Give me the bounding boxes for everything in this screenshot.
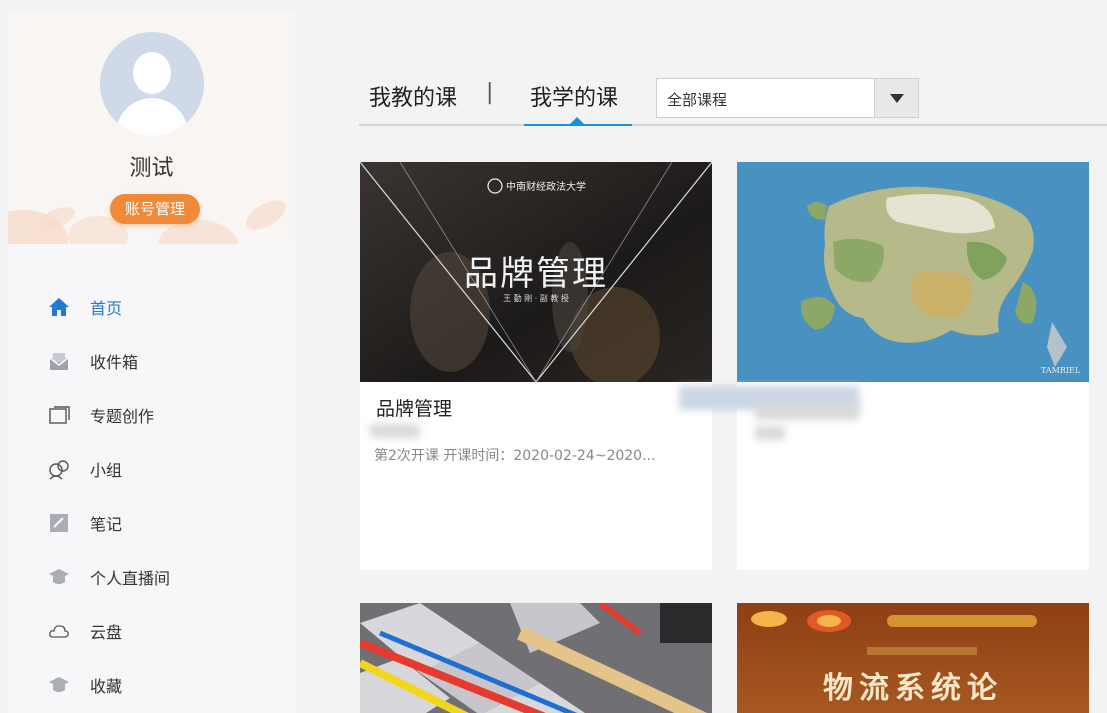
- username: 测试: [129, 156, 174, 181]
- thumb-label: TAMRIEL: [1041, 366, 1081, 375]
- sidebar-item-label: 首页: [90, 299, 123, 318]
- topic-icon: [48, 404, 70, 426]
- course-tabs: 我教的课 | 我学的课 全部课程: [359, 70, 1107, 126]
- course-thumbnail[interactable]: [360, 603, 712, 713]
- sidebar-nav: 首页 收件箱 专题创作 小组 笔记 个人直播间 云盘 收藏: [8, 280, 295, 712]
- sidebar-item-home[interactable]: 首页: [8, 280, 295, 334]
- avatar-head: [133, 52, 171, 94]
- course-filter-select[interactable]: 全部课程: [656, 78, 919, 118]
- thumb-teacher: 王 勤 刚 · 副 教 授: [503, 294, 569, 303]
- thumb-course-title: 物流系统论: [823, 671, 1003, 706]
- sidebar-item-inbox[interactable]: 收件箱: [8, 334, 295, 388]
- course-thumbnail[interactable]: TAMRIEL: [737, 162, 1089, 382]
- tab-separator: |: [486, 80, 494, 105]
- course-card[interactable]: [360, 603, 712, 713]
- home-icon: [48, 296, 70, 318]
- thumb-course-title: 品牌管理: [464, 254, 608, 294]
- active-tab-underline: [524, 124, 632, 126]
- course-thumbnail[interactable]: 中南财经政法大学 品牌管理 王 勤 刚 · 副 教 授: [360, 162, 712, 382]
- live-icon: [48, 566, 70, 588]
- course-card[interactable]: TAMRIEL: [679, 162, 1089, 570]
- sidebar-item-group[interactable]: 小组: [8, 442, 295, 496]
- school-name: 中南财经政法大学: [506, 182, 586, 193]
- profile-panel: 测试 账号管理: [8, 10, 295, 244]
- dropdown-button[interactable]: [874, 79, 918, 117]
- course-title[interactable]: 品牌管理: [376, 394, 452, 421]
- sidebar-item-cloud[interactable]: 云盘: [8, 604, 295, 658]
- group-icon: [48, 458, 70, 480]
- inbox-icon: [48, 350, 70, 372]
- sidebar-item-label: 专题创作: [90, 407, 155, 426]
- sidebar-item-topic[interactable]: 专题创作: [8, 388, 295, 442]
- course-thumbnail[interactable]: 物流系统论: [737, 603, 1089, 713]
- course-filter-value: 全部课程: [667, 91, 728, 109]
- sidebar-item-favorite[interactable]: 收藏: [8, 658, 295, 712]
- blurred-teacher: [370, 424, 420, 438]
- course-card[interactable]: 中南财经政法大学 品牌管理 王 勤 刚 · 副 教 授 品牌管理 第2次开课 开…: [360, 162, 712, 570]
- sidebar: 测试 账号管理 首页 收件箱 专题创作 小组 笔记 个人直播间 云盘 收藏: [8, 10, 295, 713]
- sidebar-item-live[interactable]: 个人直播间: [8, 550, 295, 604]
- favorite-icon: [48, 674, 70, 696]
- sidebar-item-label: 收藏: [90, 677, 123, 696]
- avatar-body: [116, 98, 188, 136]
- account-manage-button[interactable]: 账号管理: [110, 194, 200, 224]
- sidebar-item-notes[interactable]: 笔记: [8, 496, 295, 550]
- active-tab-caret: [570, 117, 584, 124]
- tab-teach[interactable]: 我教的课: [369, 80, 457, 112]
- blurred-title: [755, 402, 859, 420]
- sidebar-item-label: 云盘: [90, 623, 123, 642]
- sidebar-item-label: 收件箱: [90, 353, 139, 372]
- main-content: 我教的课 | 我学的课 全部课程 中南财经政法大学 品牌管理 王 勤 刚 · 副…: [295, 10, 1107, 713]
- blurred-teacher: [755, 426, 785, 440]
- tab-learn[interactable]: 我学的课: [530, 80, 618, 112]
- avatar[interactable]: [100, 32, 204, 136]
- sidebar-item-label: 个人直播间: [90, 569, 171, 588]
- sidebar-item-label: 笔记: [90, 515, 123, 534]
- course-meta: 第2次开课 开课时间：2020-02-24~2020...: [374, 448, 656, 464]
- decor-bubble: [241, 194, 291, 236]
- cloud-icon: [48, 620, 70, 642]
- chevron-down-icon: [889, 93, 904, 103]
- note-icon: [48, 512, 70, 534]
- course-card[interactable]: 物流系统论: [737, 603, 1089, 713]
- sidebar-item-label: 小组: [90, 461, 123, 480]
